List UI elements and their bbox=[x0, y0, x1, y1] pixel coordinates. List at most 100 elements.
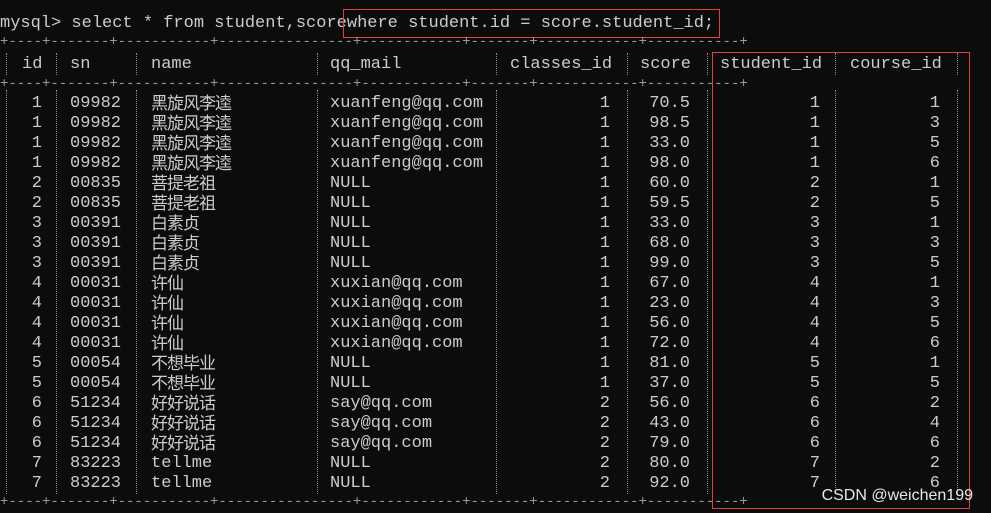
cell-name: 黑旋风李逵 bbox=[151, 134, 232, 154]
cell-name: 好好说话 bbox=[151, 434, 216, 454]
column-separator bbox=[56, 53, 57, 75]
cell-name: 不想毕业 bbox=[151, 374, 216, 394]
cell-name: 黑旋风李逵 bbox=[151, 94, 232, 114]
table-top-border: +----+-------+-----------+--------------… bbox=[0, 35, 748, 49]
cell-sn: 09982 bbox=[70, 154, 122, 173]
cell-qq-mail: say@qq.com bbox=[330, 394, 433, 413]
cell-id: 5 bbox=[31, 374, 42, 393]
cell-qq-mail: say@qq.com bbox=[330, 434, 433, 453]
cell-name: 黑旋风李逵 bbox=[151, 114, 232, 134]
column-separator bbox=[136, 90, 137, 494]
cell-classes-id: 1 bbox=[599, 334, 610, 353]
csdn-watermark: CSDN @weichen199 bbox=[821, 487, 973, 504]
cell-name: 白素贞 bbox=[151, 254, 200, 274]
cell-id: 4 bbox=[31, 274, 42, 293]
mysql-prompt: mysql> bbox=[0, 14, 62, 33]
cell-score: 81.0 bbox=[649, 354, 690, 373]
cell-name: 白素贞 bbox=[151, 234, 200, 254]
cell-sn: 00054 bbox=[70, 374, 122, 393]
cell-score: 23.0 bbox=[649, 294, 690, 313]
cell-classes-id: 1 bbox=[599, 214, 610, 233]
cell-sn: 51234 bbox=[70, 434, 122, 453]
cell-classes-id: 1 bbox=[599, 94, 610, 113]
cell-sn: 00391 bbox=[70, 254, 122, 273]
cell-qq-mail: xuanfeng@qq.com bbox=[330, 154, 484, 173]
cell-qq-mail: xuxian@qq.com bbox=[330, 334, 463, 353]
cell-sn: 00031 bbox=[70, 274, 122, 293]
column-separator bbox=[6, 53, 7, 75]
cell-name: 好好说话 bbox=[151, 394, 216, 414]
cell-id: 1 bbox=[31, 114, 42, 133]
cell-sn: 00391 bbox=[70, 234, 122, 253]
column-separator bbox=[56, 90, 57, 494]
cell-score: 92.0 bbox=[649, 474, 690, 493]
terminal-window[interactable]: mysql> select * from student,scorewhere … bbox=[0, 0, 991, 513]
cell-classes-id: 1 bbox=[599, 114, 610, 133]
cell-score: 98.0 bbox=[649, 154, 690, 173]
cell-score: 80.0 bbox=[649, 454, 690, 473]
cell-classes-id: 1 bbox=[599, 314, 610, 333]
column-separator bbox=[317, 53, 318, 75]
cell-sn: 83223 bbox=[70, 454, 122, 473]
cell-id: 4 bbox=[31, 294, 42, 313]
cell-id: 4 bbox=[31, 334, 42, 353]
cell-score: 79.0 bbox=[649, 434, 690, 453]
cell-score: 37.0 bbox=[649, 374, 690, 393]
cell-classes-id: 1 bbox=[599, 354, 610, 373]
cell-id: 5 bbox=[31, 354, 42, 373]
column-header-name: name bbox=[151, 55, 192, 74]
cell-name: 白素贞 bbox=[151, 214, 200, 234]
cell-sn: 09982 bbox=[70, 134, 122, 153]
cell-sn: 00031 bbox=[70, 334, 122, 353]
column-separator bbox=[496, 90, 497, 494]
cell-classes-id: 2 bbox=[599, 414, 610, 433]
cell-classes-id: 1 bbox=[599, 234, 610, 253]
cell-classes-id: 1 bbox=[599, 374, 610, 393]
cell-id: 7 bbox=[31, 454, 42, 473]
cell-qq-mail: say@qq.com bbox=[330, 414, 433, 433]
column-separator bbox=[136, 53, 137, 75]
cell-id: 6 bbox=[31, 394, 42, 413]
cell-id: 1 bbox=[31, 94, 42, 113]
where-clause-highlight-box bbox=[343, 9, 720, 38]
column-header-id: id bbox=[22, 55, 43, 74]
cell-qq-mail: xuanfeng@qq.com bbox=[330, 94, 484, 113]
cell-score: 33.0 bbox=[649, 214, 690, 233]
cell-classes-id: 2 bbox=[599, 434, 610, 453]
cell-name: 许仙 bbox=[151, 294, 184, 314]
cell-name: tellme bbox=[151, 454, 213, 473]
cell-id: 4 bbox=[31, 314, 42, 333]
cell-score: 60.0 bbox=[649, 174, 690, 193]
cell-classes-id: 1 bbox=[599, 294, 610, 313]
cell-classes-id: 1 bbox=[599, 154, 610, 173]
cell-classes-id: 2 bbox=[599, 394, 610, 413]
column-header-qq-mail: qq_mail bbox=[330, 55, 402, 74]
column-header-classes-id: classes_id bbox=[510, 55, 613, 74]
cell-classes-id: 1 bbox=[599, 194, 610, 213]
cell-classes-id: 1 bbox=[599, 254, 610, 273]
cell-id: 3 bbox=[31, 254, 42, 273]
column-separator bbox=[627, 90, 628, 494]
cell-name: 黑旋风李逵 bbox=[151, 154, 232, 174]
cell-id: 1 bbox=[31, 154, 42, 173]
column-separator bbox=[6, 90, 7, 494]
cell-name: 许仙 bbox=[151, 274, 184, 294]
cell-id: 2 bbox=[31, 174, 42, 193]
cell-name: tellme bbox=[151, 474, 213, 493]
cell-score: 56.0 bbox=[649, 394, 690, 413]
cell-score: 67.0 bbox=[649, 274, 690, 293]
cell-classes-id: 1 bbox=[599, 134, 610, 153]
cell-qq-mail: NULL bbox=[330, 214, 371, 233]
cell-sn: 51234 bbox=[70, 414, 122, 433]
cell-id: 3 bbox=[31, 214, 42, 233]
cell-qq-mail: NULL bbox=[330, 194, 371, 213]
cell-sn: 00054 bbox=[70, 354, 122, 373]
cell-name: 好好说话 bbox=[151, 414, 216, 434]
column-header-score: score bbox=[640, 55, 692, 74]
cell-qq-mail: NULL bbox=[330, 374, 371, 393]
cell-name: 菩提老祖 bbox=[151, 174, 216, 194]
column-separator bbox=[707, 53, 708, 75]
cell-sn: 09982 bbox=[70, 114, 122, 133]
cell-sn: 00835 bbox=[70, 194, 122, 213]
cell-score: 99.0 bbox=[649, 254, 690, 273]
